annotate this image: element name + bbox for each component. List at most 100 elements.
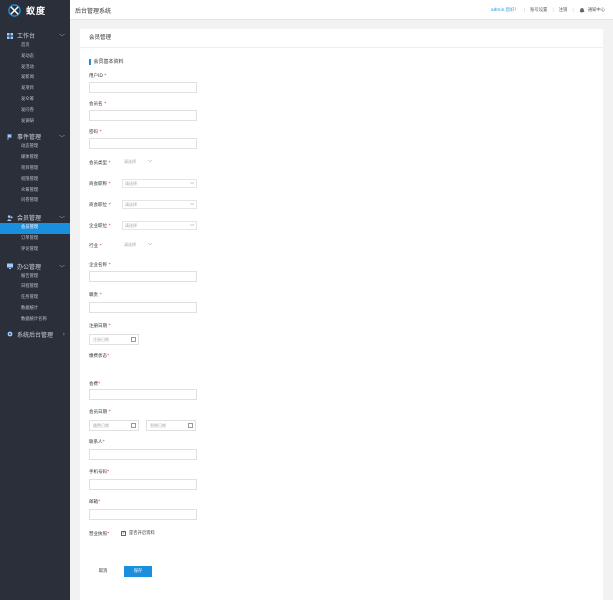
date-placeholder: 注册日期 <box>93 337 109 342</box>
nav-group-members: 会员管理 ﹀ 会员管理 订单管理 评论管理 <box>0 212 70 255</box>
label-text: 注册日期 <box>89 324 107 329</box>
chevron-down-icon: ⌵ <box>190 180 194 186</box>
user-id-label: 用户ID * <box>89 73 106 79</box>
label-text: 商会职称 <box>89 182 107 187</box>
nav-item-survey-mgmt[interactable]: 问卷管理 <box>0 196 70 207</box>
users-icon <box>7 214 13 221</box>
label-text: 企业职位 <box>89 224 107 229</box>
company-position-select[interactable]: 请选择 ⌵ <box>122 221 197 230</box>
phone-label: 手机号码* <box>89 469 109 475</box>
industry-select[interactable]: 请选择 ⌵ <box>122 241 154 250</box>
nav-item-post-status[interactable]: 发动态 <box>0 52 70 63</box>
dept-position-select[interactable]: 请选择 ⌵ <box>122 200 197 209</box>
contact-label: 联系人* <box>89 439 105 445</box>
nav-item-stats[interactable]: 数据统计 <box>0 304 70 315</box>
required-mark: * <box>108 182 111 187</box>
nav-item-comment-mgmt[interactable]: 评论管理 <box>0 245 70 256</box>
required-mark: * <box>108 263 111 268</box>
divider: | <box>552 7 554 13</box>
email-input[interactable] <box>89 509 197 520</box>
member-start-date-picker[interactable]: 缴费日期 <box>89 420 139 431</box>
label-text: 手机号码 <box>89 470 107 475</box>
member-name-input[interactable] <box>89 110 197 121</box>
required-mark: * <box>108 224 111 229</box>
monitor-icon <box>7 263 13 270</box>
section-bar <box>89 58 91 65</box>
nav-item-task-mgmt[interactable]: 任务管理 <box>0 293 70 304</box>
nav-head-members[interactable]: 会员管理 ﹀ <box>0 212 70 223</box>
save-button[interactable]: 保存 <box>124 566 152 577</box>
label-text: 商会职位 <box>89 203 107 208</box>
account-settings-link[interactable]: 账号设置 <box>530 7 547 13</box>
label-text: 联系人 <box>89 440 103 445</box>
date-placeholder: 缴费日期 <box>93 423 109 428</box>
logout-link[interactable]: 注销 <box>559 7 568 13</box>
page-title: 会员管理 <box>80 29 603 48</box>
label-text: 会员类型 <box>89 161 107 166</box>
nav-item-post-survey[interactable]: 发问卷 <box>0 106 70 117</box>
logo-icon <box>8 3 21 17</box>
license-checkbox-row: ✓ 是否开启资料 <box>121 530 155 536</box>
cancel-button[interactable]: 取消 <box>89 566 117 577</box>
divider: | <box>523 7 526 13</box>
nav-item-stats-name[interactable]: 数据统计名称 <box>0 315 70 326</box>
required-mark: * <box>102 440 105 445</box>
title-input[interactable] <box>89 302 197 313</box>
license-checkbox[interactable]: ✓ <box>121 530 126 536</box>
user-id-input[interactable] <box>89 82 197 93</box>
nav-item-media-mgmt[interactable]: 媒体管理 <box>0 153 70 164</box>
dept-name-select[interactable]: 请选择 ⌵ <box>122 179 197 188</box>
member-end-date-picker[interactable]: 到期日期 <box>146 420 196 431</box>
required-mark: * <box>107 532 110 537</box>
select-placeholder: 请选择 <box>125 181 137 186</box>
nav-item-member-mgmt[interactable]: 会员管理 <box>0 223 70 234</box>
required-mark: * <box>98 382 101 387</box>
member-type-select[interactable]: 请选择 ⌵ <box>122 158 154 167</box>
nav-item-home[interactable]: 首页 <box>0 41 70 52</box>
nav-item-post-project[interactable]: 发项目 <box>0 84 70 95</box>
required-mark: * <box>108 324 111 329</box>
nav-item-crowdfund-mgmt[interactable]: 众筹管理 <box>0 186 70 197</box>
calendar-icon <box>131 337 136 342</box>
user-greeting[interactable]: admin,您好！ <box>491 7 519 13</box>
nav-head-workbench[interactable]: 工作台 ﹀ <box>0 30 70 41</box>
label-text: 職责 <box>89 293 98 298</box>
gear-icon <box>7 331 13 337</box>
member-type-label: 会员类型 * <box>89 160 111 166</box>
nav-item-post-event[interactable]: 发活动 <box>0 63 70 74</box>
fee-input[interactable] <box>89 389 197 400</box>
nav-item-permission-mgmt[interactable]: 权限管理 <box>0 175 70 186</box>
nav-item-post-crowdfund[interactable]: 发众筹 <box>0 95 70 106</box>
notifications-link[interactable]: 通知中心 <box>588 7 605 13</box>
nav-item-post-news[interactable]: 发新闻 <box>0 73 70 84</box>
nav-item-status-mgmt[interactable]: 动态管理 <box>0 142 70 153</box>
nav-head-events[interactable]: 事件管理 ﹀ <box>0 131 70 142</box>
chevron-down-icon: ﹀ <box>58 216 65 224</box>
chevron-down-icon: ⌵ <box>148 241 152 247</box>
nav-item-schedule-mgmt[interactable]: 日程管理 <box>0 282 70 293</box>
nav-item-report-mgmt[interactable]: 报告管理 <box>0 272 70 283</box>
bell-icon[interactable] <box>579 7 585 13</box>
nav-item-project-mgmt[interactable]: 项目管理 <box>0 164 70 175</box>
member-name-label: 会员名 * <box>89 101 106 107</box>
nav-item-order-mgmt[interactable]: 订单管理 <box>0 234 70 245</box>
phone-input[interactable] <box>89 479 197 490</box>
chevron-right-icon: › <box>62 330 65 338</box>
email-label: 邮箱* <box>89 499 100 505</box>
company-name-input[interactable] <box>89 271 197 282</box>
dept-position-label: 商会职位 * <box>89 202 111 208</box>
nav-head-system[interactable]: 系统后台管理 › <box>0 329 70 340</box>
select-placeholder: 请选择 <box>124 159 136 164</box>
section-title-text: 会员基本资料 <box>93 59 124 65</box>
password-input[interactable] <box>89 138 197 149</box>
nav-item-post-research[interactable]: 发调研 <box>0 117 70 128</box>
grid-icon <box>7 32 13 39</box>
reg-date-picker[interactable]: 注册日期 <box>89 334 139 345</box>
label-text: 会费 <box>89 382 98 387</box>
logo-text: 蚁度 <box>26 6 47 17</box>
nav-head-label: 工作台 <box>17 33 36 40</box>
contact-input[interactable] <box>89 449 197 460</box>
nav-head-office[interactable]: 办公管理 ﹀ <box>0 261 70 272</box>
logo[interactable]: 蚁度 <box>0 0 70 20</box>
label-text: 用户ID <box>89 74 103 79</box>
